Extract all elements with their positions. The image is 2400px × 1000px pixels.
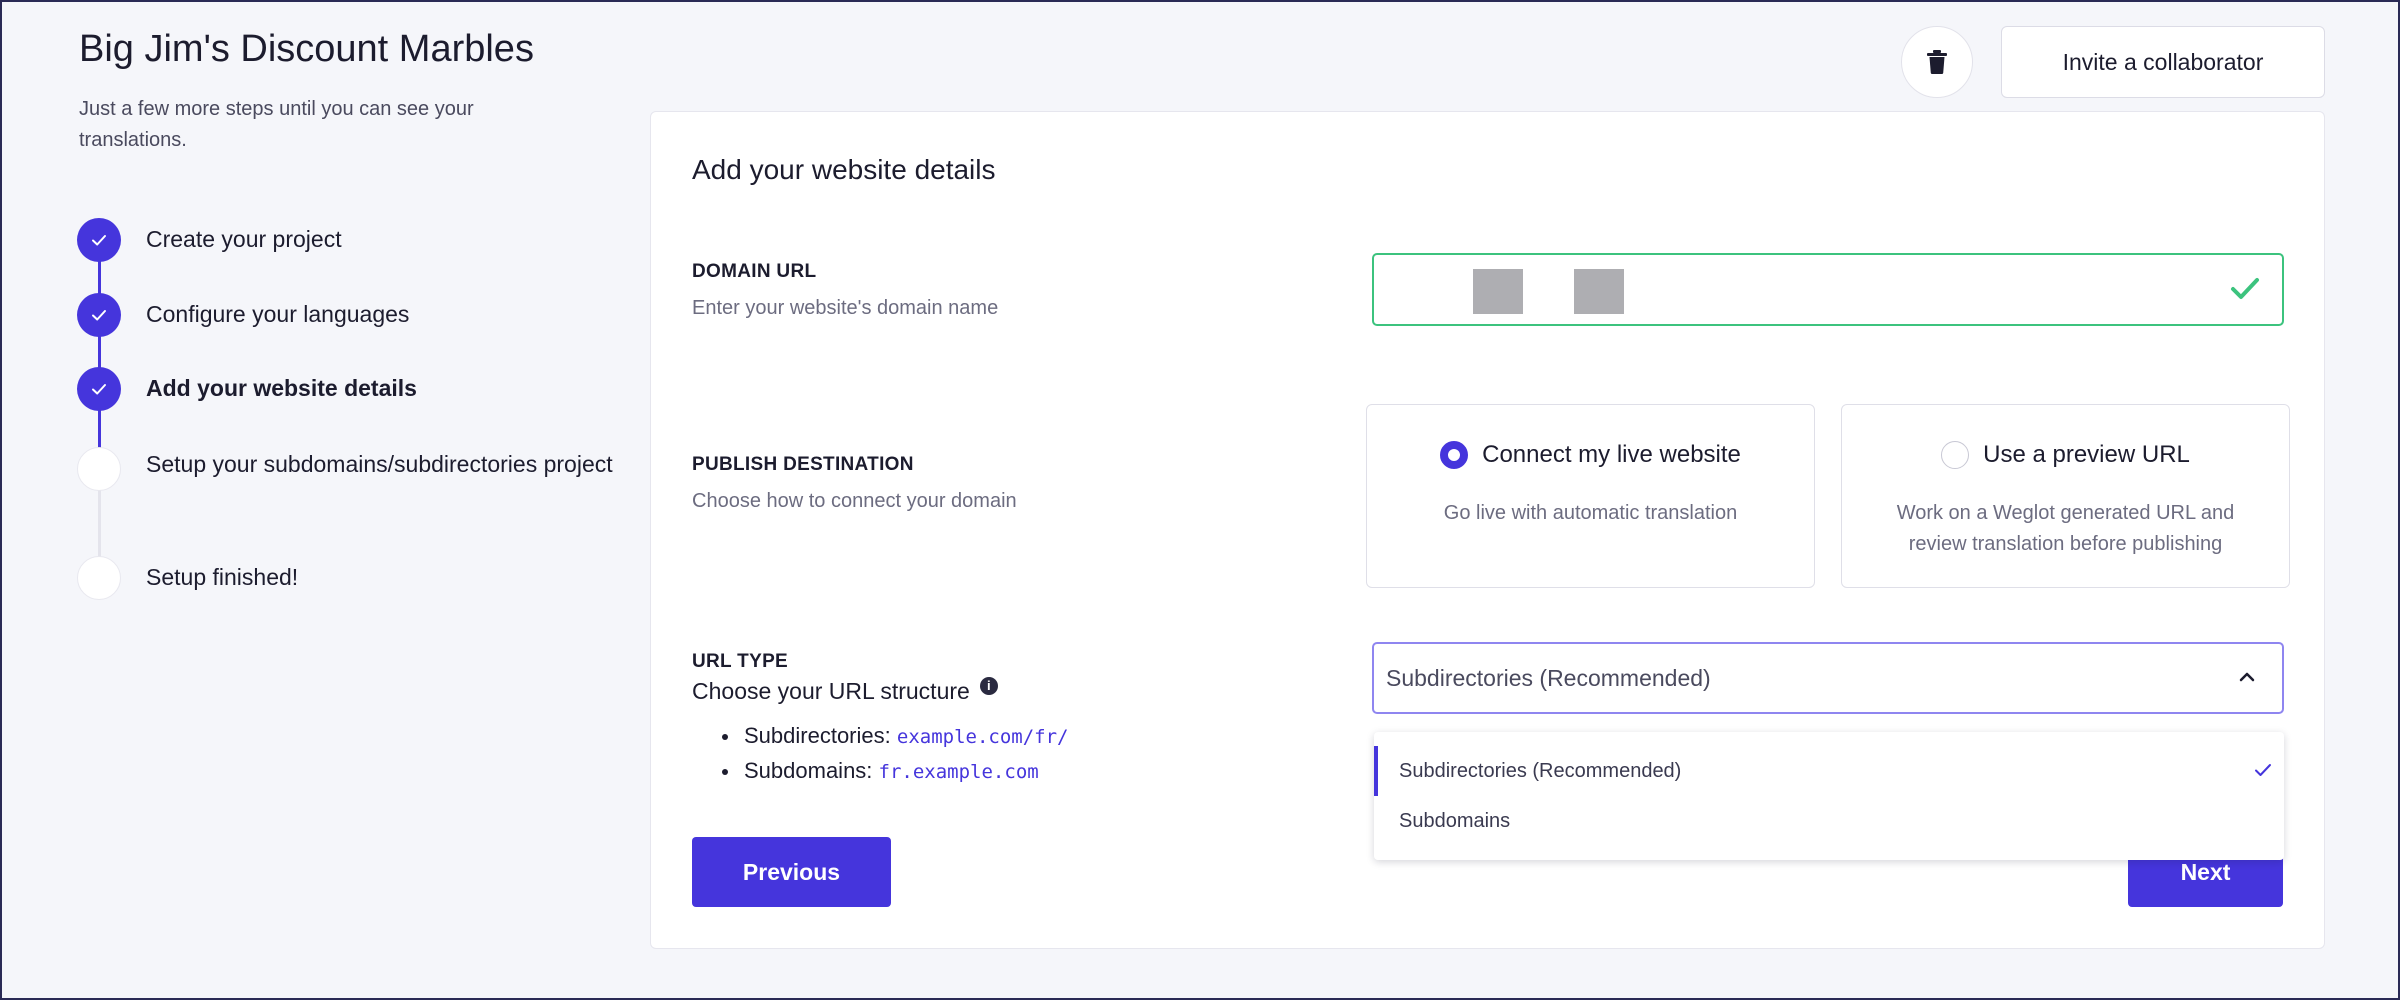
step-1-check-icon (77, 218, 121, 262)
preview-url-option[interactable]: Use a preview URL Work on a Weglot gener… (1841, 404, 2290, 588)
url-type-label: URL TYPE (692, 651, 789, 672)
previous-button[interactable]: Previous (692, 837, 891, 907)
connect-live-website-option[interactable]: Connect my live website Go live with aut… (1366, 404, 1815, 588)
domain-url-label: DOMAIN URL (692, 261, 817, 282)
valid-check-icon (2231, 278, 2259, 299)
selected-check-icon (2255, 764, 2271, 776)
url-type-select[interactable]: Subdirectories (Recommended) (1372, 642, 2284, 714)
step-2-label: Configure your languages (146, 301, 410, 327)
url-type-help-line: Choose your URL structure i (692, 676, 998, 705)
dropdown-option-subdomains[interactable]: Subdomains (1374, 796, 2284, 846)
info-icon[interactable]: i (979, 676, 998, 695)
publish-destination-label: PUBLISH DESTINATION (692, 454, 914, 475)
url-type-help: Choose your URL structure (692, 678, 970, 704)
step-4-circle (77, 447, 121, 491)
option-title: Connect my live website (1482, 441, 1741, 468)
step-5-circle (77, 556, 121, 600)
step-2-check-icon (77, 293, 121, 337)
example-url: fr.example.com (878, 761, 1039, 783)
radio-unselected[interactable] (1941, 441, 1970, 469)
url-examples-list: Subdirectories: example.com/fr/ Subdomai… (720, 719, 1068, 789)
option-description: Work on a Weglot generated URL and revie… (1896, 502, 2235, 555)
option-title: Use a preview URL (1983, 441, 2190, 468)
redacted-block (1473, 269, 1523, 314)
select-value: Subdirectories (Recommended) (1386, 664, 1711, 691)
invite-collaborator-button[interactable]: Invite a collaborator (2001, 26, 2325, 98)
dropdown-option-subdirectories[interactable]: Subdirectories (Recommended) (1374, 746, 2284, 796)
domain-url-help: Enter your website's domain name (692, 297, 999, 319)
step-5-label: Setup finished! (146, 564, 299, 590)
url-type-dropdown: Subdirectories (Recommended) Subdomains (1374, 732, 2284, 860)
card-title: Add your website details (692, 154, 996, 185)
project-title: Big Jim's Discount Marbles (79, 28, 534, 70)
progress-steps: Create your project Configure your langu… (77, 218, 637, 608)
trash-icon (1927, 50, 1947, 74)
publish-destination-help: Choose how to connect your domain (692, 490, 1017, 512)
radio-selected[interactable] (1440, 441, 1469, 469)
option-description: Go live with automatic translation (1443, 502, 1738, 524)
chevron-up-icon (2239, 672, 2255, 682)
list-item: Subdirectories: example.com/fr/ (720, 719, 1068, 754)
list-item: Subdomains: fr.example.com (720, 754, 1068, 789)
project-subtitle: Just a few more steps until you can see … (79, 98, 474, 151)
example-url: example.com/fr/ (896, 726, 1069, 748)
step-1-label: Create your project (146, 226, 342, 252)
step-3-check-icon (77, 367, 121, 411)
delete-project-button[interactable] (1901, 26, 1973, 98)
domain-url-input[interactable] (1372, 253, 2284, 326)
redacted-block (1574, 269, 1624, 314)
step-3-label: Add your website details (146, 375, 417, 401)
step-4-label: Setup your subdomains/subdirectories pro… (146, 451, 613, 477)
